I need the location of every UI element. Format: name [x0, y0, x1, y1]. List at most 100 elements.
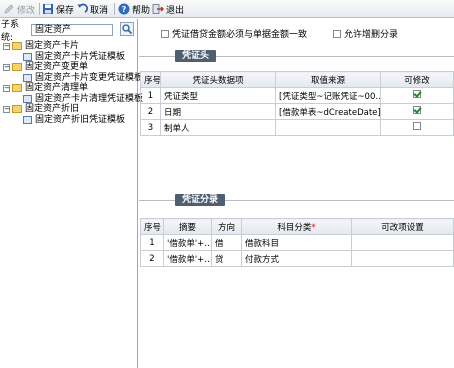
- toolbar: 修改 保存 取消 ? 帮助 退出: [0, 0, 454, 18]
- tree-leaf-label: 固定资产卡片变更凭证模板: [35, 72, 144, 83]
- category-cell[interactable]: 借款科目: [241, 234, 352, 251]
- row-number: 1: [140, 87, 161, 104]
- allow-add-delete-option[interactable]: 允许增删分录: [333, 27, 398, 40]
- subsystem-row: 子系统: 固定资产: [1, 20, 113, 43]
- editable-checkbox[interactable]: [413, 106, 421, 114]
- data-item-cell[interactable]: 日期: [160, 103, 276, 120]
- magnifier-icon: [122, 24, 133, 35]
- tree-node-label: 固定资产折旧: [25, 104, 80, 115]
- column-header: 可改项设置: [351, 218, 454, 235]
- template-tree: − 固定资产卡片 固定资产卡片凭证模板 − 固定资产变更单 固定资产卡片变更凭证…: [3, 41, 144, 125]
- undo-icon: [76, 3, 88, 15]
- folder-icon: [12, 42, 22, 51]
- template-icon: [23, 52, 32, 61]
- exit-label: 退出: [166, 5, 185, 16]
- editable-cell[interactable]: [380, 87, 454, 104]
- summary-cell[interactable]: '借款单'+…: [163, 234, 212, 251]
- toolbar-separator: [114, 3, 115, 15]
- left-panel: 子系统: 固定资产 − 固定资产卡片 固定资产卡片凭证模板 − 固定资产变更单 …: [0, 19, 143, 368]
- allow-add-delete-checkbox[interactable]: [333, 29, 341, 38]
- setting-cell[interactable]: [351, 234, 454, 251]
- folder-icon: [12, 105, 22, 114]
- required-marker: *: [311, 222, 316, 233]
- collapse-icon[interactable]: −: [3, 42, 10, 50]
- editable-checkbox[interactable]: [413, 90, 421, 98]
- collapse-icon[interactable]: −: [3, 84, 10, 92]
- row-number: 3: [140, 119, 161, 136]
- table-header-row: 序号 摘要 方向 科目分类* 可改项设置: [140, 218, 454, 235]
- subsystem-label: 子系统:: [1, 20, 20, 43]
- voucher-header-section: 凭证头: [139, 50, 454, 62]
- tree-node-clear[interactable]: − 固定资产清理单: [3, 83, 144, 94]
- tree-leaf-change-template[interactable]: 固定资产卡片变更凭证模板: [3, 73, 144, 84]
- column-header: 摘要: [163, 218, 212, 235]
- toolbar-separator: [39, 3, 40, 15]
- cancel-label: 取消: [90, 5, 109, 16]
- data-item-cell[interactable]: 制单人: [160, 119, 276, 136]
- exit-button[interactable]: 退出: [152, 2, 184, 16]
- direction-cell[interactable]: 借: [211, 234, 242, 251]
- editable-checkbox[interactable]: [413, 122, 421, 130]
- tree-leaf-card-template[interactable]: 固定资产卡片凭证模板: [3, 52, 144, 63]
- column-header: 方向: [211, 218, 242, 235]
- table-row[interactable]: 1 凭证类型 [凭证类型~记账凭证~00…: [140, 87, 454, 104]
- editable-cell[interactable]: [380, 119, 454, 136]
- voucher-header-table: 序号 凭证头数据项 取值来源 可修改 1 凭证类型 [凭证类型~记账凭证~00……: [140, 71, 454, 136]
- subsystem-input[interactable]: 固定资产: [31, 24, 113, 36]
- template-icon: [23, 73, 32, 82]
- folder-icon: [12, 84, 22, 93]
- row-number: 2: [140, 103, 161, 120]
- exit-icon: [152, 3, 164, 15]
- data-item-cell[interactable]: 凭证类型: [160, 87, 276, 104]
- pencil-icon: [3, 3, 15, 15]
- right-panel: 凭证借贷金额必须与单据金额一致 允许增删分录 凭证头 序号 凭证头数据项 取值来…: [139, 19, 454, 368]
- table-row[interactable]: 2 日期 [借款单表~dCreateDate]: [140, 103, 454, 120]
- tree-node-label: 固定资产清理单: [25, 83, 89, 94]
- floppy-disk-icon: [42, 3, 54, 15]
- table-row[interactable]: 1 '借款单'+… 借 借款科目: [140, 234, 454, 251]
- column-header: 凭证头数据项: [160, 71, 276, 88]
- tree-leaf-depreciation-template[interactable]: 固定资产折旧凭证模板: [3, 115, 144, 126]
- cancel-button[interactable]: 取消: [76, 2, 108, 16]
- source-cell[interactable]: [275, 119, 381, 136]
- voucher-entry-section: 凭证分录: [139, 194, 454, 206]
- direction-cell[interactable]: 贷: [211, 250, 242, 267]
- tree-leaf-label: 固定资产折旧凭证模板: [35, 114, 126, 125]
- editable-cell[interactable]: [380, 103, 454, 120]
- subsystem-search-button[interactable]: [120, 22, 134, 36]
- source-cell[interactable]: [凭证类型~记账凭证~00…: [275, 87, 381, 104]
- modify-button[interactable]: 修改: [3, 2, 35, 16]
- must-equal-checkbox[interactable]: [161, 29, 169, 38]
- table-header-row: 序号 凭证头数据项 取值来源 可修改: [140, 71, 454, 88]
- tree-leaf-clear-template[interactable]: 固定资产卡片清理凭证模板: [3, 94, 144, 105]
- collapse-icon[interactable]: −: [3, 105, 10, 113]
- column-header: 序号: [140, 71, 161, 88]
- folder-icon: [12, 63, 22, 72]
- tree-leaf-label: 固定资产卡片凭证模板: [35, 51, 126, 62]
- column-header: 可修改: [380, 71, 454, 88]
- category-cell[interactable]: 付款方式: [241, 250, 352, 267]
- table-row[interactable]: 2 '借款单'+… 贷 付款方式: [140, 250, 454, 267]
- table-row[interactable]: 3 制单人: [140, 119, 454, 136]
- setting-cell[interactable]: [351, 250, 454, 267]
- column-header: 取值来源: [275, 71, 381, 88]
- save-label: 保存: [56, 5, 75, 16]
- help-button[interactable]: ? 帮助: [118, 2, 150, 16]
- help-icon: ?: [118, 3, 130, 15]
- collapse-icon[interactable]: −: [3, 63, 10, 71]
- help-label: 帮助: [132, 5, 151, 16]
- save-button[interactable]: 保存: [42, 2, 74, 16]
- row-number: 1: [140, 234, 164, 251]
- tree-node-card[interactable]: − 固定资产卡片: [3, 41, 144, 52]
- column-header: 序号: [140, 218, 164, 235]
- modify-label: 修改: [17, 5, 36, 16]
- tree-leaf-label: 固定资产卡片清理凭证模板: [35, 93, 144, 104]
- tree-node-depreciation[interactable]: − 固定资产折旧: [3, 104, 144, 115]
- must-equal-option[interactable]: 凭证借贷金额必须与单据金额一致: [161, 27, 307, 40]
- column-header: 科目分类*: [241, 218, 352, 235]
- tree-node-change[interactable]: − 固定资产变更单: [3, 62, 144, 73]
- source-cell[interactable]: [借款单表~dCreateDate]: [275, 103, 381, 120]
- summary-cell[interactable]: '借款单'+…: [163, 250, 212, 267]
- section-title: 凭证头: [175, 50, 217, 62]
- column-header-label: 科目分类: [277, 222, 312, 233]
